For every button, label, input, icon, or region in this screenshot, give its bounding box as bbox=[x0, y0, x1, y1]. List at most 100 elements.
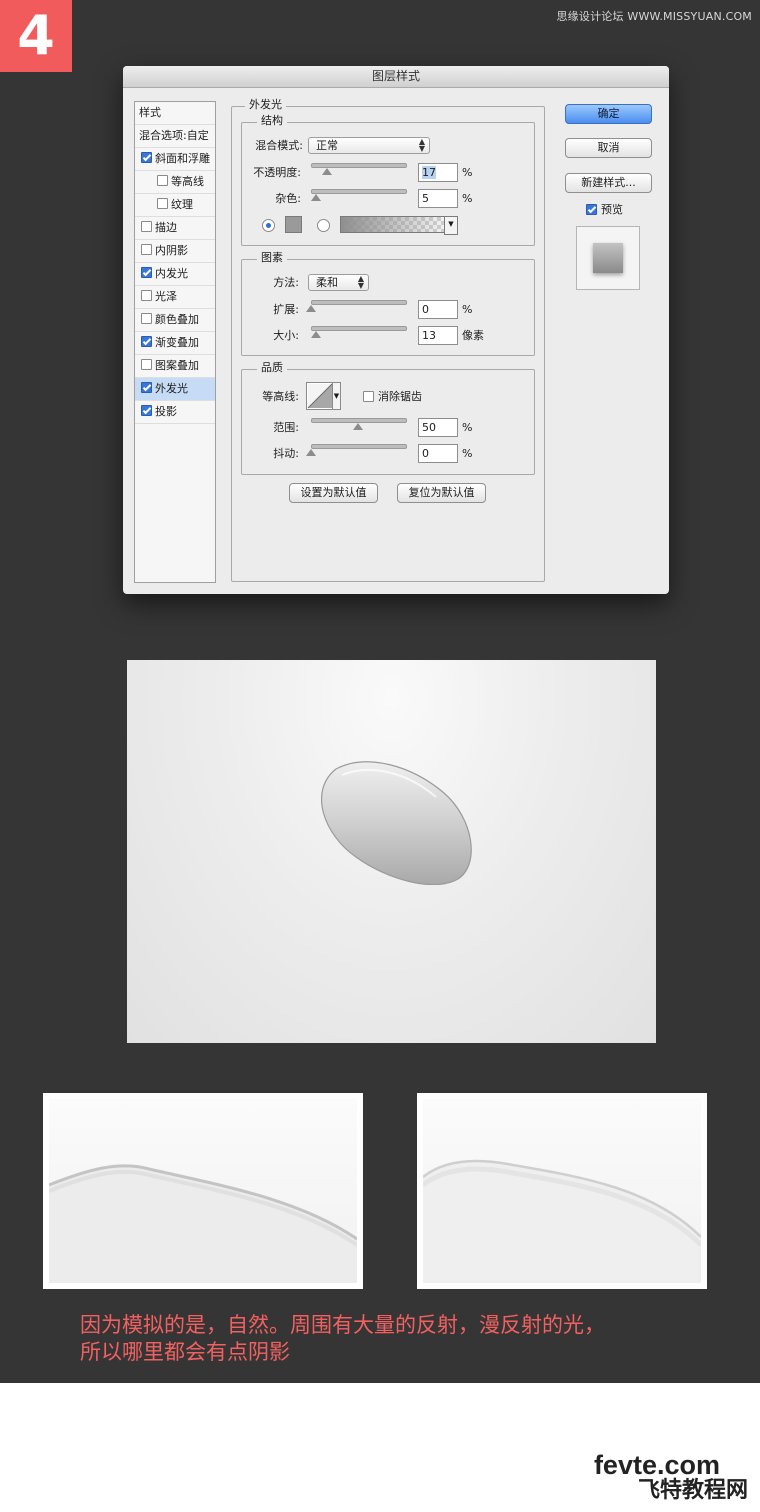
style-item-checkbox[interactable] bbox=[141, 405, 152, 416]
noise-slider[interactable] bbox=[311, 189, 407, 194]
style-item[interactable]: 纹理 bbox=[135, 194, 215, 217]
jitter-slider[interactable] bbox=[311, 444, 407, 449]
style-item-label: 斜面和浮雕 bbox=[155, 152, 210, 165]
blending-options-item[interactable]: 混合选项:自定 bbox=[135, 125, 215, 148]
style-item-checkbox[interactable] bbox=[141, 313, 152, 324]
spread-slider-thumb[interactable] bbox=[306, 305, 316, 312]
top-watermark: 思缘设计论坛 WWW.MISSYUAN.COM bbox=[556, 10, 752, 23]
noise-unit: % bbox=[462, 192, 473, 205]
noise-slider-thumb[interactable] bbox=[310, 194, 321, 201]
blend-mode-label: 混合模式: bbox=[255, 139, 303, 152]
jitter-slider-thumb[interactable] bbox=[306, 449, 316, 456]
opacity-label: 不透明度: bbox=[253, 166, 301, 179]
technique-select[interactable]: 柔和 ▲ ▼ bbox=[308, 274, 369, 291]
style-item-label: 描边 bbox=[155, 221, 177, 234]
opacity-slider-thumb[interactable] bbox=[321, 168, 332, 175]
spread-unit: % bbox=[462, 303, 473, 316]
ok-button[interactable]: 确定 bbox=[565, 104, 652, 124]
styles-list-header[interactable]: 样式 bbox=[135, 102, 215, 125]
style-item-label: 渐变叠加 bbox=[155, 336, 199, 349]
style-item-label: 等高线 bbox=[171, 175, 204, 188]
detail-crop-left-image bbox=[49, 1099, 357, 1283]
styles-list: 样式 混合选项:自定 斜面和浮雕等高线纹理描边内阴影内发光光泽颜色叠加渐变叠加图… bbox=[134, 101, 216, 583]
select-arrows-icon: ▲ ▼ bbox=[418, 137, 425, 153]
spread-slider[interactable] bbox=[311, 300, 407, 305]
blend-mode-value: 正常 bbox=[316, 139, 338, 152]
new-style-button[interactable]: 新建样式... bbox=[565, 173, 652, 193]
range-slider-thumb[interactable] bbox=[353, 423, 363, 430]
style-item-label: 光泽 bbox=[155, 290, 177, 303]
style-item-label: 纹理 bbox=[171, 198, 193, 211]
jitter-unit: % bbox=[462, 447, 473, 460]
style-item-label: 图案叠加 bbox=[155, 359, 199, 372]
style-item-checkbox[interactable] bbox=[141, 336, 152, 347]
structure-title: 结构 bbox=[257, 115, 287, 127]
spread-input[interactable]: 0 bbox=[418, 300, 458, 319]
style-item-checkbox[interactable] bbox=[141, 244, 152, 255]
anti-alias-label: 消除锯齿 bbox=[378, 390, 422, 403]
size-slider[interactable] bbox=[311, 326, 407, 331]
gradient-picker[interactable]: ▼ bbox=[340, 216, 458, 235]
style-item-checkbox[interactable] bbox=[141, 290, 152, 301]
step-badge: 4 bbox=[0, 0, 72, 72]
size-input[interactable]: 13 bbox=[418, 326, 458, 345]
size-unit: 像素 bbox=[462, 329, 484, 342]
spread-label: 扩展: bbox=[273, 303, 299, 316]
solid-color-radio[interactable] bbox=[262, 219, 275, 232]
range-input[interactable]: 50 bbox=[418, 418, 458, 437]
style-item-checkbox[interactable] bbox=[157, 198, 168, 209]
contour-dropdown-icon[interactable]: ▼ bbox=[332, 383, 340, 409]
site-watermark-en: fevte.com bbox=[593, 1450, 720, 1480]
anti-alias-checkbox[interactable] bbox=[363, 391, 374, 402]
blend-mode-select[interactable]: 正常 ▲ ▼ bbox=[308, 137, 430, 154]
cancel-button[interactable]: 取消 bbox=[565, 138, 652, 158]
style-preview-thumbnail bbox=[576, 226, 640, 290]
reset-default-button[interactable]: 复位为默认值 bbox=[397, 483, 486, 503]
style-item[interactable]: 内阴影 bbox=[135, 240, 215, 263]
style-item[interactable]: 图案叠加 bbox=[135, 355, 215, 378]
style-item[interactable]: 投影 bbox=[135, 401, 215, 424]
noise-label: 杂色: bbox=[275, 192, 301, 205]
opacity-input[interactable]: 17 bbox=[418, 163, 458, 182]
style-item[interactable]: 等高线 bbox=[135, 171, 215, 194]
edge-curve-right bbox=[423, 1159, 701, 1283]
style-item-label: 外发光 bbox=[155, 382, 188, 395]
style-item[interactable]: 内发光 bbox=[135, 263, 215, 286]
caption-text: 因为模拟的是，自然。周围有大量的反射，漫反射的光， 所以哪里都会有点阴影 bbox=[80, 1312, 720, 1366]
style-item-label: 内发光 bbox=[155, 267, 188, 280]
preview-checkbox[interactable] bbox=[586, 204, 597, 215]
style-item-checkbox[interactable] bbox=[141, 267, 152, 278]
style-items: 斜面和浮雕等高线纹理描边内阴影内发光光泽颜色叠加渐变叠加图案叠加外发光投影 bbox=[135, 148, 215, 424]
detail-crop-left bbox=[43, 1093, 363, 1289]
gradient-radio[interactable] bbox=[317, 219, 330, 232]
contour-label: 等高线: bbox=[262, 390, 299, 403]
contour-picker[interactable]: ▼ bbox=[306, 382, 341, 410]
detail-crop-right bbox=[417, 1093, 707, 1289]
style-item[interactable]: 描边 bbox=[135, 217, 215, 240]
contour-linear-icon bbox=[307, 383, 333, 409]
style-item-checkbox[interactable] bbox=[157, 175, 168, 186]
style-item[interactable]: 光泽 bbox=[135, 286, 215, 309]
style-item-checkbox[interactable] bbox=[141, 152, 152, 163]
style-item-checkbox[interactable] bbox=[141, 359, 152, 370]
gradient-dropdown-icon[interactable]: ▼ bbox=[444, 216, 458, 235]
detail-crop-right-image bbox=[423, 1099, 701, 1283]
style-item-checkbox[interactable] bbox=[141, 221, 152, 232]
jitter-input[interactable]: 0 bbox=[418, 444, 458, 463]
style-item[interactable]: 颜色叠加 bbox=[135, 309, 215, 332]
edge-curve-left bbox=[49, 1164, 357, 1283]
range-label: 范围: bbox=[273, 421, 299, 434]
style-item[interactable]: 外发光 bbox=[135, 378, 215, 401]
noise-input[interactable]: 5 bbox=[418, 189, 458, 208]
dialog-title: 图层样式 bbox=[123, 66, 669, 88]
outer-glow-title: 外发光 bbox=[245, 99, 286, 111]
glow-color-swatch[interactable] bbox=[285, 216, 302, 233]
style-item-checkbox[interactable] bbox=[141, 382, 152, 393]
pebble-shape bbox=[321, 761, 472, 885]
style-item[interactable]: 斜面和浮雕 bbox=[135, 148, 215, 171]
style-item[interactable]: 渐变叠加 bbox=[135, 332, 215, 355]
size-slider-thumb[interactable] bbox=[310, 331, 321, 338]
preview-swatch bbox=[593, 243, 623, 273]
make-default-button[interactable]: 设置为默认值 bbox=[289, 483, 378, 503]
preview-label: 预览 bbox=[601, 203, 623, 216]
